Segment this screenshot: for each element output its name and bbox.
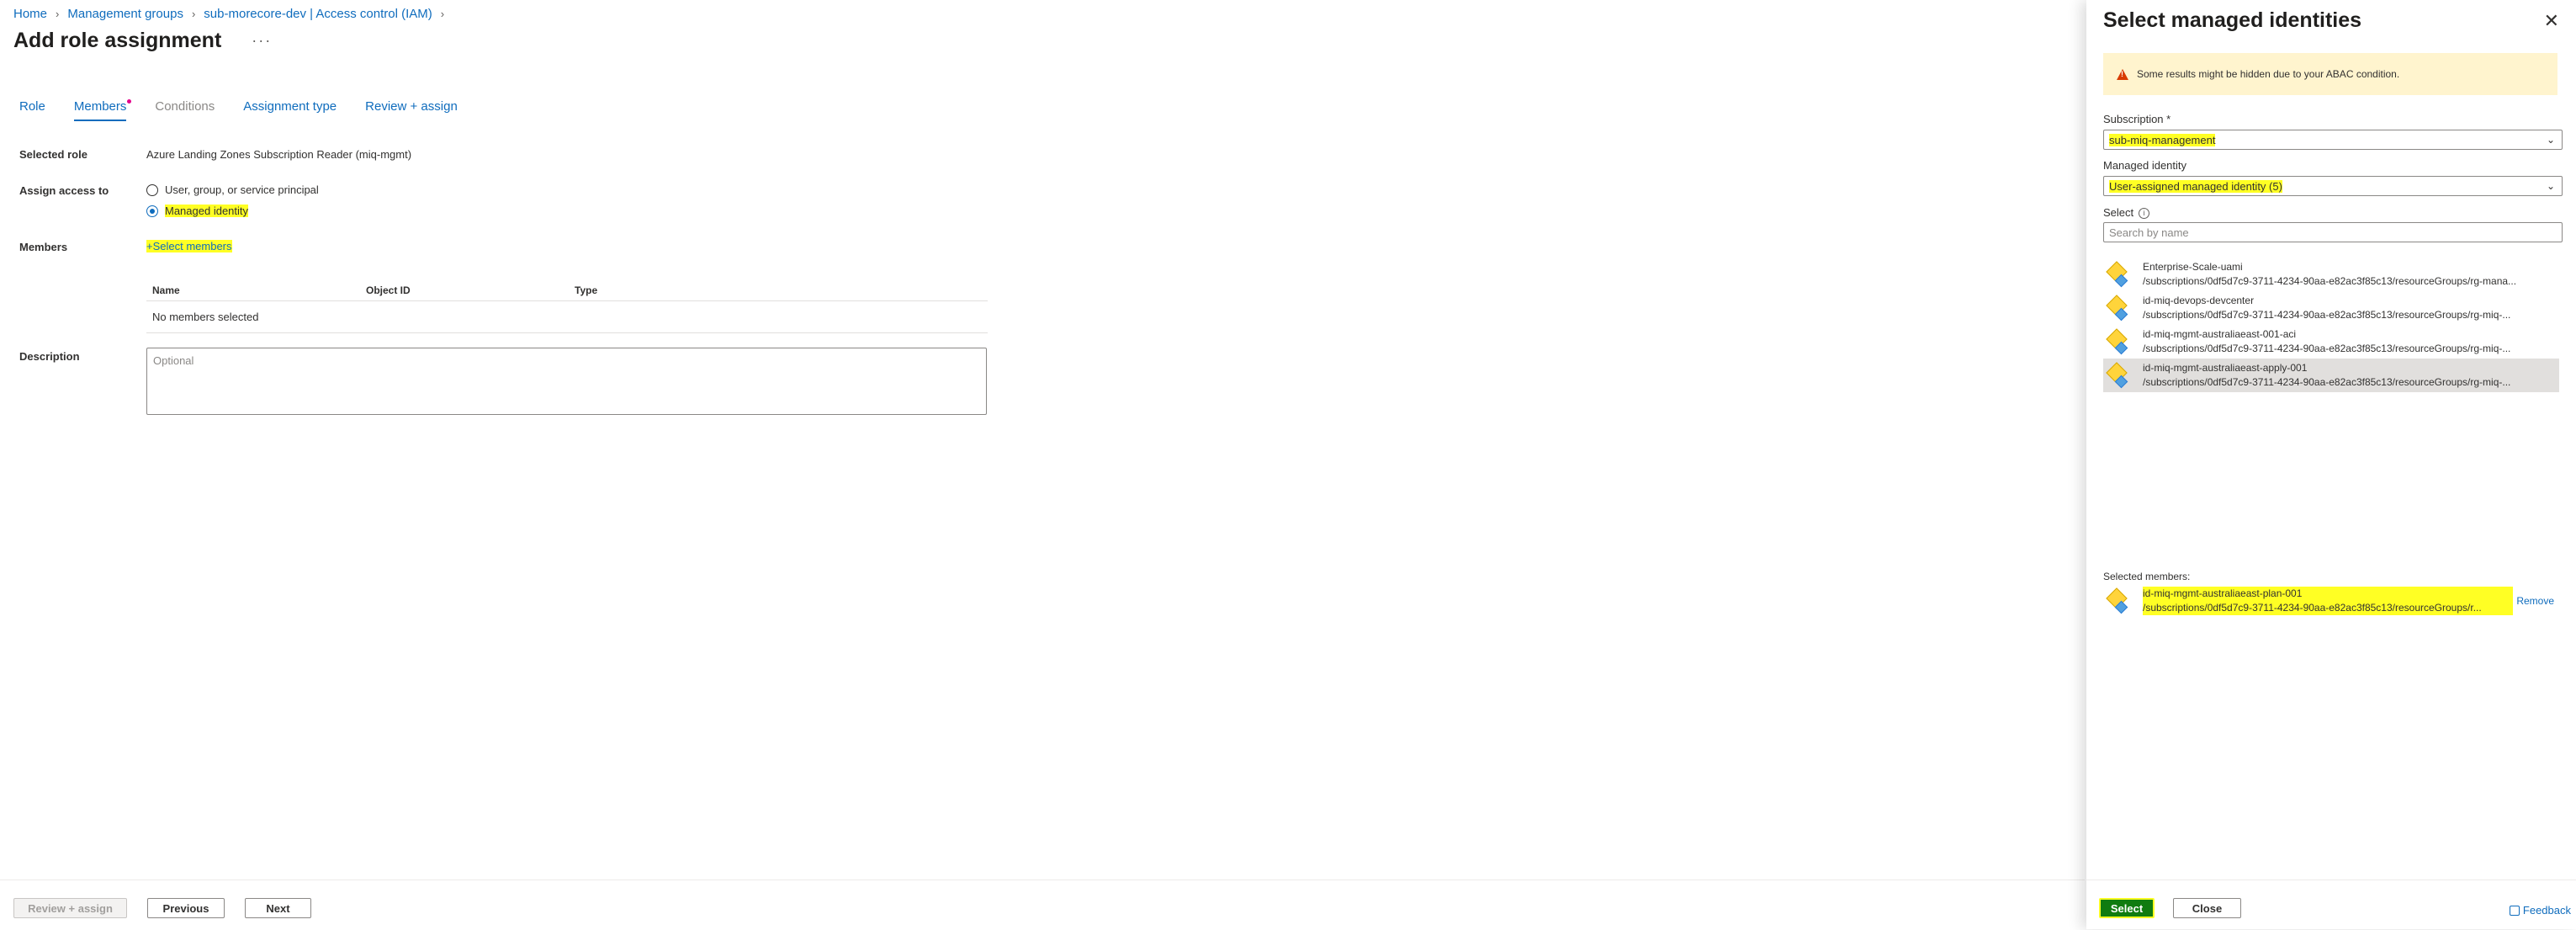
subscription-value: sub-miq-management: [2109, 133, 2216, 146]
subscription-label: Subscription *: [2103, 113, 2171, 125]
managed-identity-label: Managed identity: [2103, 159, 2187, 172]
chevron-down-icon: ⌄: [2546, 134, 2555, 146]
chevron-right-icon: ›: [440, 8, 445, 20]
identity-path: /subscriptions/0df5d7c9-3711-4234-90aa-e…: [2143, 275, 2517, 287]
page-title-row: Add role assignment ···: [13, 29, 272, 53]
list-item[interactable]: id-miq-mgmt-australiaeast-001-aci/subscr…: [2103, 325, 2559, 359]
assign-access-label: Assign access to: [19, 184, 109, 197]
breadcrumb: Home › Management groups › sub-morecore-…: [13, 7, 444, 21]
identity-name: id-miq-devops-devcenter: [2143, 295, 2255, 306]
managed-identity-icon: [2106, 261, 2128, 288]
feedback-link[interactable]: Feedback: [2509, 904, 2571, 917]
col-object-id[interactable]: Object ID: [366, 284, 575, 296]
identity-path: /subscriptions/0df5d7c9-3711-4234-90aa-e…: [2143, 343, 2511, 354]
panel-title: Select managed identities: [2103, 8, 2362, 32]
info-icon[interactable]: i: [2139, 208, 2150, 220]
required-dot-icon: [127, 99, 132, 104]
managed-identity-icon: [2106, 328, 2128, 355]
feedback-icon: [2509, 905, 2520, 916]
next-button[interactable]: Next: [245, 898, 311, 918]
chevron-right-icon: ›: [56, 8, 60, 20]
select-label: Select: [2103, 206, 2134, 219]
panel-footer: Select Close Feedback: [2086, 880, 2576, 930]
identity-path: /subscriptions/0df5d7c9-3711-4234-90aa-e…: [2143, 376, 2511, 388]
col-type[interactable]: Type: [575, 284, 597, 296]
select-members-label: Select members: [152, 240, 232, 252]
close-icon[interactable]: ✕: [2544, 10, 2559, 32]
managed-identity-icon: [2106, 362, 2128, 389]
selected-role-label: Selected role: [19, 148, 87, 161]
abac-warning-banner: Some results might be hidden due to your…: [2103, 53, 2557, 95]
plus-icon: +: [146, 240, 153, 252]
more-options-icon[interactable]: ···: [252, 32, 272, 50]
radio-user-group[interactable]: User, group, or service principal: [146, 183, 319, 196]
identity-name: Enterprise-Scale-uami: [2143, 261, 2243, 273]
managed-identity-icon: [2106, 295, 2128, 322]
chevron-down-icon: ⌄: [2546, 180, 2555, 192]
radio-circle-checked[interactable]: [146, 205, 158, 217]
select-managed-identities-panel: Select managed identities ✕ Some results…: [2086, 0, 2576, 929]
selected-identity-name: id-miq-mgmt-australiaeast-plan-001: [2143, 587, 2513, 601]
table-row: No members selected: [146, 301, 988, 333]
radio-managed-identity[interactable]: Managed identity: [146, 205, 249, 217]
close-button[interactable]: Close: [2173, 898, 2241, 918]
breadcrumb-management-groups[interactable]: Management groups: [67, 7, 183, 21]
select-label-row: Select i: [2103, 206, 2150, 220]
description-label: Description: [19, 350, 80, 363]
selected-identity-path: /subscriptions/0df5d7c9-3711-4234-90aa-e…: [2143, 601, 2513, 615]
select-members-link[interactable]: +Select members: [146, 240, 232, 252]
col-name[interactable]: Name: [146, 284, 366, 296]
review-assign-button: Review + assign: [13, 898, 127, 918]
table-header: Name Object ID Type: [146, 280, 988, 301]
page-title: Add role assignment: [13, 29, 222, 52]
feedback-label: Feedback: [2522, 904, 2571, 917]
breadcrumb-home[interactable]: Home: [13, 7, 47, 21]
add-role-assignment-page: Home › Management groups › sub-morecore-…: [0, 0, 2085, 929]
radio-circle[interactable]: [146, 183, 158, 196]
warning-icon: [2117, 68, 2128, 80]
chevron-right-icon: ›: [191, 8, 196, 20]
identity-name: id-miq-mgmt-australiaeast-apply-001: [2143, 362, 2308, 374]
breadcrumb-access-control[interactable]: sub-morecore-dev | Access control (IAM): [204, 7, 432, 21]
tab-review-assign[interactable]: Review + assign: [365, 99, 458, 121]
selected-members-label: Selected members:: [2103, 571, 2191, 582]
description-field[interactable]: [146, 348, 987, 415]
remove-link[interactable]: Remove: [2516, 595, 2554, 607]
wizard-tabs: Role Members Conditions Assignment type …: [19, 99, 458, 121]
warning-text: Some results might be hidden due to your…: [2137, 68, 2400, 80]
wizard-footer: Review + assign Previous Next: [0, 880, 2085, 930]
list-item[interactable]: id-miq-devops-devcenter/subscriptions/0d…: [2103, 291, 2559, 325]
list-item[interactable]: Enterprise-Scale-uami/subscriptions/0df5…: [2103, 258, 2559, 291]
radio-managed-identity-label: Managed identity: [165, 205, 249, 217]
radio-user-group-label: User, group, or service principal: [165, 183, 319, 196]
tab-members-label: Members: [73, 99, 127, 114]
tab-conditions: Conditions: [155, 99, 215, 114]
managed-identity-value: User-assigned managed identity (5): [2109, 179, 2282, 193]
search-input[interactable]: [2103, 222, 2563, 242]
selected-role-value: Azure Landing Zones Subscription Reader …: [146, 148, 412, 161]
previous-button[interactable]: Previous: [147, 898, 225, 918]
managed-identity-dropdown[interactable]: User-assigned managed identity (5) ⌄: [2103, 176, 2563, 196]
subscription-dropdown[interactable]: sub-miq-management ⌄: [2103, 130, 2563, 150]
identity-name: id-miq-mgmt-australiaeast-001-aci: [2143, 328, 2297, 340]
selected-member-item: id-miq-mgmt-australiaeast-plan-001 /subs…: [2103, 584, 2559, 618]
identity-list: Enterprise-Scale-uami/subscriptions/0df5…: [2103, 258, 2559, 392]
no-members-text: No members selected: [152, 311, 259, 323]
list-item-hovered[interactable]: id-miq-mgmt-australiaeast-apply-001/subs…: [2103, 359, 2559, 392]
tab-assignment-type[interactable]: Assignment type: [243, 99, 337, 121]
select-button[interactable]: Select: [2099, 898, 2155, 918]
members-label: Members: [19, 241, 68, 253]
tab-role[interactable]: Role: [19, 99, 45, 121]
managed-identity-icon: [2106, 587, 2128, 614]
members-table: Name Object ID Type No members selected: [146, 280, 988, 333]
tab-members[interactable]: Members: [73, 99, 132, 121]
identity-path: /subscriptions/0df5d7c9-3711-4234-90aa-e…: [2143, 309, 2511, 321]
